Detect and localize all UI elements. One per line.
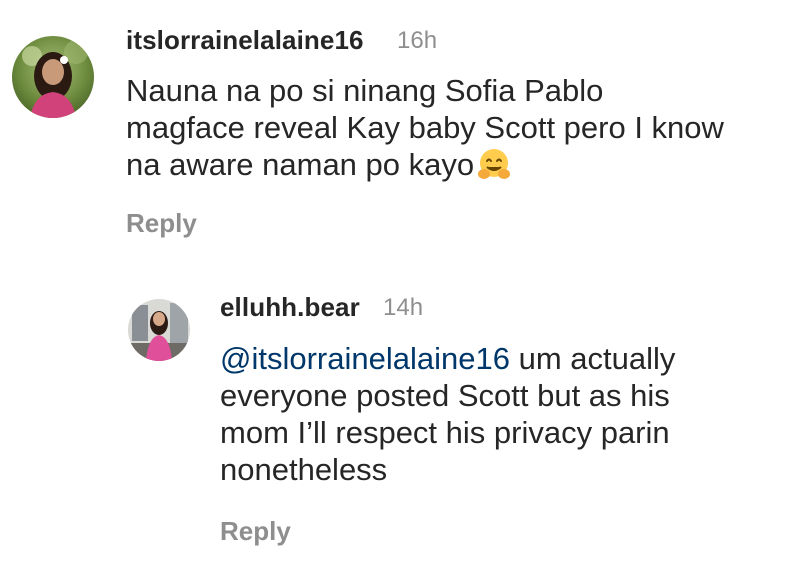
reply-timestamp: 14h	[383, 294, 424, 321]
reply-line: nonetheless	[220, 452, 388, 487]
commenter-avatar[interactable]	[12, 36, 94, 118]
reply-line-text: um actually	[509, 341, 676, 376]
replier-username[interactable]: elluhh.bear	[220, 292, 360, 323]
reply-comment: elluhh.bear 14h @itslorrainelalaine16 um…	[0, 270, 800, 582]
avatar-photo-icon	[128, 299, 190, 361]
reply-button[interactable]: Reply	[126, 208, 197, 239]
hugging-face-emoji-icon	[478, 149, 511, 179]
comment: itslorrainelalaine16 16h Nauna na po si …	[0, 0, 800, 260]
user-mention-link[interactable]: @itslorrainelalaine16	[220, 341, 510, 376]
reply-button[interactable]: Reply	[220, 516, 291, 547]
comment-line: na aware naman po kayo	[126, 146, 724, 183]
reply-text: @itslorrainelalaine16 um actually everyo…	[220, 340, 675, 488]
comment-timestamp: 16h	[397, 27, 438, 54]
comment-line: Nauna na po si ninang Sofia Pablo	[126, 73, 604, 108]
reply-line: mom I’ll respect his privacy parin	[220, 415, 670, 450]
comment-text: Nauna na po si ninang Sofia Pablo magfac…	[126, 72, 724, 183]
comment-line-text: na aware naman po kayo	[126, 147, 475, 182]
reply-line: @itslorrainelalaine16 um actually	[220, 340, 675, 377]
avatar-photo-icon	[12, 36, 94, 118]
comment-line: magface reveal Kay baby Scott pero I kno…	[126, 110, 724, 145]
commenter-username[interactable]: itslorrainelalaine16	[126, 25, 364, 56]
replier-avatar[interactable]	[128, 299, 190, 361]
reply-line: everyone posted Scott but as his	[220, 378, 670, 413]
